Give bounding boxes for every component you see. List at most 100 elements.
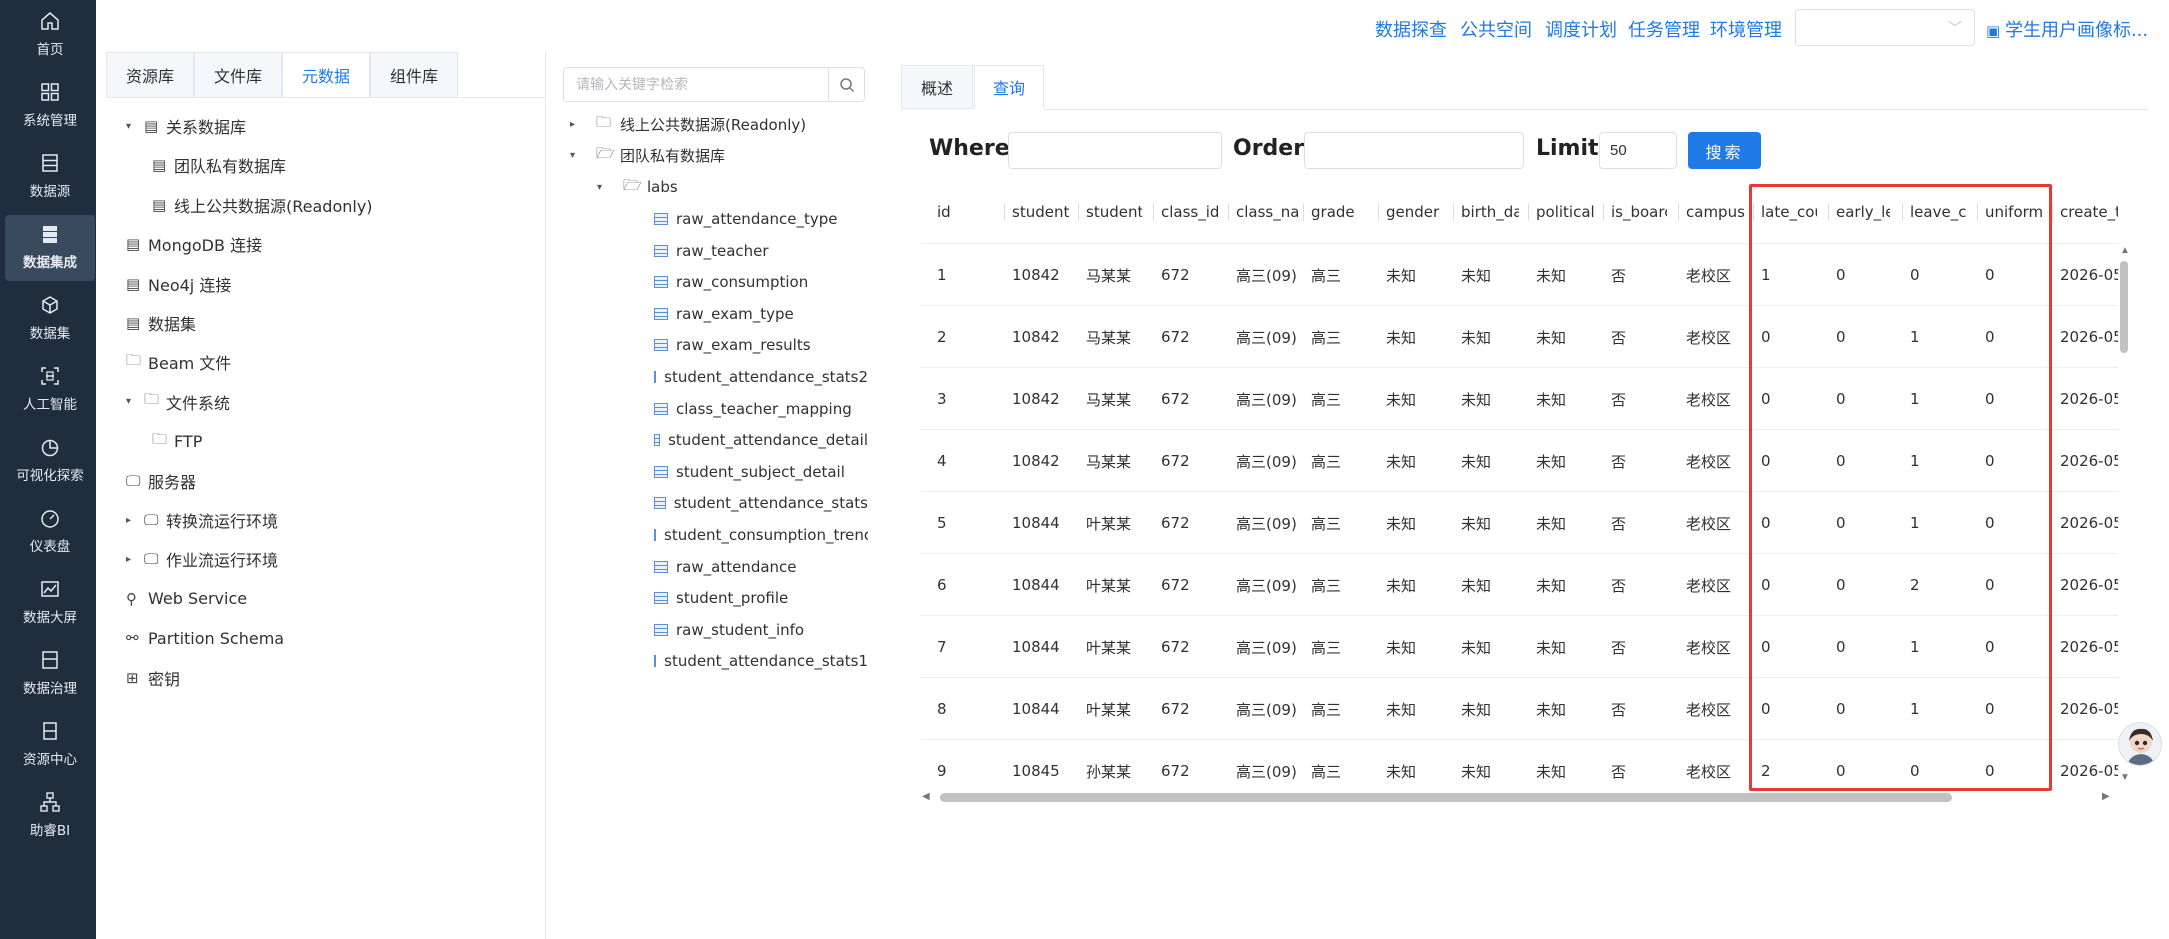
order-input[interactable] xyxy=(1304,132,1524,169)
caret-right-icon[interactable]: ▸ xyxy=(570,119,596,130)
caret-down-icon[interactable]: ▾ xyxy=(597,182,623,193)
nav-link-task-manage[interactable]: 任务管理 xyxy=(1628,16,1700,42)
column-resize-handle[interactable] xyxy=(1828,203,1829,221)
nav-item-4[interactable]: 数据集 xyxy=(5,286,95,352)
column-resize-handle[interactable] xyxy=(1603,203,1604,221)
nav-link-env-manage[interactable]: 环境管理 xyxy=(1710,16,1782,42)
column-resize-handle[interactable] xyxy=(2052,203,2053,221)
column-header[interactable]: late_cou xyxy=(1761,181,1817,243)
table-row[interactable]: 5 10844 叶某某 672 高三(09) 高三 未知 未知 未知 否 老校区 0 0 1 0 2026-0… xyxy=(920,492,2118,554)
column-header[interactable]: class_id xyxy=(1161,181,1231,243)
caret-down-icon[interactable]: ▾ xyxy=(126,121,144,132)
table-row[interactable]: 3 10842 马某某 672 高三(09) 高三 未知 未知 未知 否 老校区 0 0 1 0 2026-0… xyxy=(920,368,2118,430)
horizontal-scroll-thumb[interactable] xyxy=(940,793,1952,802)
table-row[interactable]: 1 10842 马某某 672 高三(09) 高三 未知 未知 未知 否 老校区 1 0 0 0 2026-0… xyxy=(920,244,2118,306)
nav-item-8[interactable]: 数据大屏 xyxy=(5,570,95,636)
search-input[interactable] xyxy=(564,68,826,101)
nav-item-7[interactable]: 仪表盘 xyxy=(5,499,95,565)
nav-link-schedule[interactable]: 调度计划 xyxy=(1545,16,1617,42)
tree-item[interactable]: ⚲ Web Service xyxy=(126,585,247,613)
nav-item-0[interactable]: 首页 xyxy=(5,2,95,68)
column-header[interactable]: is_boarc xyxy=(1611,181,1667,243)
tree-item[interactable]: ▾ 🗁 labs xyxy=(597,174,678,200)
tree-item[interactable]: ▤ MongoDB 连接 xyxy=(126,230,262,258)
tab-resource-lib[interactable]: 资源库 xyxy=(106,52,194,98)
column-resize-handle[interactable] xyxy=(1753,203,1754,221)
table-item[interactable]: raw_student_info xyxy=(654,617,868,643)
tree-item[interactable]: 🖵 服务器 xyxy=(126,467,196,495)
nav-item-5[interactable]: 人工智能 xyxy=(5,357,95,423)
tree-item[interactable]: ▾ 🗁 团队私有数据库 xyxy=(570,143,725,169)
tree-item[interactable]: ▤ 数据集 xyxy=(126,309,196,337)
vertical-scrollbar[interactable]: ▲ ▼ xyxy=(2118,245,2130,786)
table-item[interactable]: class_teacher_mapping xyxy=(654,396,868,422)
table-item[interactable]: student_subject_detail xyxy=(654,459,868,485)
table-item[interactable]: raw_consumption xyxy=(654,269,868,295)
project-link[interactable]: ▣ 学生用户画像标... xyxy=(1986,16,2148,42)
tree-item[interactable]: ▸ 🖵 转换流运行环境 xyxy=(126,506,278,534)
nav-link-public-space[interactable]: 公共空间 xyxy=(1460,16,1532,42)
column-resize-handle[interactable] xyxy=(1303,203,1304,221)
table-item[interactable]: student_profile xyxy=(654,585,868,611)
scroll-left-icon[interactable]: ◀ xyxy=(922,791,930,802)
caret-down-icon[interactable]: ▾ xyxy=(570,150,596,161)
nav-item-2[interactable]: 数据源 xyxy=(5,144,95,210)
table-item[interactable]: raw_exam_type xyxy=(654,301,868,327)
table-row[interactable]: 4 10842 马某某 672 高三(09) 高三 未知 未知 未知 否 老校区 0 0 1 0 2026-0… xyxy=(920,430,2118,492)
tab-metadata[interactable]: 元数据 xyxy=(282,52,370,98)
horizontal-scrollbar[interactable]: ◀ ▶ xyxy=(920,790,2118,804)
table-item[interactable]: raw_attendance_type xyxy=(654,206,868,232)
column-header[interactable]: id xyxy=(937,181,1007,243)
tree-item[interactable]: 🗀 FTP xyxy=(152,427,202,455)
nav-item-6[interactable]: 可视化探索 xyxy=(5,428,95,494)
column-header[interactable]: uniform xyxy=(1985,181,2045,243)
table-item[interactable]: student_attendance_stats2 xyxy=(654,364,868,390)
caret-right-icon[interactable]: ▸ xyxy=(126,515,144,526)
table-row[interactable]: 8 10844 叶某某 672 高三(09) 高三 未知 未知 未知 否 老校区 0 0 1 0 2026-0… xyxy=(920,678,2118,740)
column-header[interactable]: create_t xyxy=(2060,181,2118,243)
column-header[interactable]: student xyxy=(1012,181,1070,243)
column-resize-handle[interactable] xyxy=(1378,203,1379,221)
tree-item[interactable]: ▤ 线上公共数据源(Readonly) xyxy=(152,191,373,219)
workspace-select[interactable]: ﹀ xyxy=(1795,9,1975,46)
column-header[interactable]: leave_cc xyxy=(1910,181,1966,243)
column-resize-handle[interactable] xyxy=(1977,203,1978,221)
column-header[interactable]: gender xyxy=(1386,181,1450,243)
search-query-button[interactable]: 搜索 xyxy=(1688,132,1761,169)
scroll-up-icon[interactable]: ▲ xyxy=(2120,245,2130,256)
table-row[interactable]: 9 10845 孙某某 672 高三(09) 高三 未知 未知 未知 否 老校区 2 0 0 0 2026-0… xyxy=(920,740,2118,786)
table-row[interactable]: 6 10844 叶某某 672 高三(09) 高三 未知 未知 未知 否 老校区 0 0 2 0 2026-0… xyxy=(920,554,2118,616)
table-item[interactable]: student_attendance_detail xyxy=(654,427,868,453)
nav-item-11[interactable]: 助睿BI xyxy=(5,783,95,849)
table-item[interactable]: student_attendance_stats xyxy=(654,490,868,516)
limit-input[interactable] xyxy=(1599,132,1677,169)
tree-item[interactable]: ▸ 🗀 线上公共数据源(Readonly) xyxy=(570,111,806,137)
column-header[interactable]: campus xyxy=(1686,181,1750,243)
where-input[interactable] xyxy=(1008,132,1222,169)
tree-item[interactable]: ▤ 团队私有数据库 xyxy=(152,151,286,179)
tree-item[interactable]: ▸ 🖵 作业流运行环境 xyxy=(126,545,278,573)
table-item[interactable]: student_consumption_trenc xyxy=(654,522,868,548)
column-resize-handle[interactable] xyxy=(1528,203,1529,221)
tree-item[interactable]: ▤ Neo4j 连接 xyxy=(126,270,231,298)
tree-item[interactable]: ▾ ▤ 关系数据库 xyxy=(126,112,246,140)
column-resize-handle[interactable] xyxy=(1078,203,1079,221)
tab-query[interactable]: 查询 xyxy=(974,65,1044,109)
vertical-scroll-thumb[interactable] xyxy=(2120,261,2128,353)
nav-item-3[interactable]: 数据集成 xyxy=(5,215,95,281)
tree-item[interactable]: ▾ 🗀 文件系统 xyxy=(126,388,230,416)
column-resize-handle[interactable] xyxy=(1153,203,1154,221)
nav-item-1[interactable]: 系统管理 xyxy=(5,73,95,139)
caret-right-icon[interactable]: ▸ xyxy=(126,554,144,565)
tab-file-lib[interactable]: 文件库 xyxy=(194,52,282,98)
caret-down-icon[interactable]: ▾ xyxy=(126,396,144,407)
assistant-avatar[interactable] xyxy=(2118,722,2162,766)
scroll-down-icon[interactable]: ▼ xyxy=(2120,772,2130,783)
tree-item[interactable]: ⊞ 密钥 xyxy=(126,664,180,692)
tab-component-lib[interactable]: 组件库 xyxy=(370,52,458,98)
tab-overview[interactable]: 概述 xyxy=(901,65,973,109)
nav-item-10[interactable]: 资源中心 xyxy=(5,712,95,778)
column-resize-handle[interactable] xyxy=(1678,203,1679,221)
column-resize-handle[interactable] xyxy=(1453,203,1454,221)
table-item[interactable]: raw_teacher xyxy=(654,238,868,264)
